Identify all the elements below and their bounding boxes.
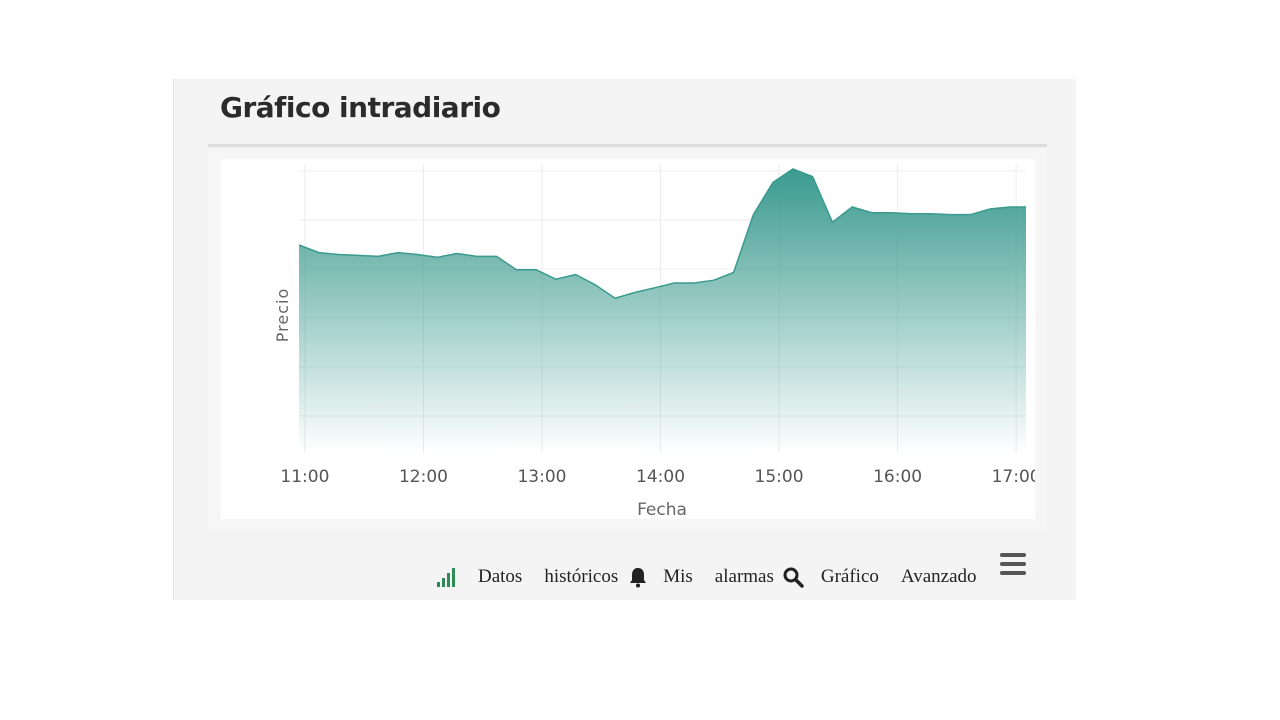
series-area <box>299 169 1026 453</box>
panel-title: Gráfico intradiario <box>220 91 501 124</box>
chart-container: 11:00 12:00 13:00 14:00 15:00 16:00 17:00 Prec… <box>208 149 1047 575</box>
intraday-chart-panel: Gráfico intradiario 11:00 12:00 13:00 14:00… <box>173 79 1076 600</box>
y-axis-label: Precio <box>273 288 292 342</box>
bar-signal-icon <box>437 568 455 587</box>
historical-data-word-2: históricos <box>544 566 619 587</box>
hamburger-menu-icon <box>1000 553 1026 557</box>
x-tick-label: 13:00 <box>517 467 566 487</box>
x-tick-label: 17:00 <box>992 467 1035 487</box>
historical-data-word-1: Datos <box>478 566 523 587</box>
x-tick-label: 12:00 <box>399 467 448 487</box>
advanced-chart-word-2: Avanzado <box>900 566 977 587</box>
bell-icon <box>630 568 647 588</box>
advanced-chart-word-1: Gráfico <box>820 566 879 587</box>
my-alarms-word-1: Mis <box>663 566 693 587</box>
intraday-area-chart: 11:00 12:00 13:00 14:00 15:00 16:00 17:00 Prec… <box>221 159 1035 519</box>
x-tick-label: 15:00 <box>755 467 804 487</box>
my-alarms-word-2: alarmas <box>714 566 774 587</box>
advanced-chart-link[interactable]: Gráfico Avanzado <box>774 566 977 588</box>
x-tick-label: 16:00 <box>873 467 922 487</box>
x-tick-label: 11:00 <box>280 467 329 487</box>
search-icon <box>783 567 804 588</box>
historical-data-link[interactable]: Datos históricos <box>436 566 618 588</box>
x-axis-label: Fecha <box>637 500 687 519</box>
x-tick-label: 14:00 <box>636 467 685 487</box>
footer-links: Datos históricos Mis alarmas Gráfico Ava… <box>436 562 1051 592</box>
my-alarms-link[interactable]: Mis alarmas <box>618 566 774 588</box>
x-tick-labels: 11:00 12:00 13:00 14:00 15:00 16:00 17:00 <box>280 467 1035 487</box>
title-divider <box>208 144 1047 147</box>
